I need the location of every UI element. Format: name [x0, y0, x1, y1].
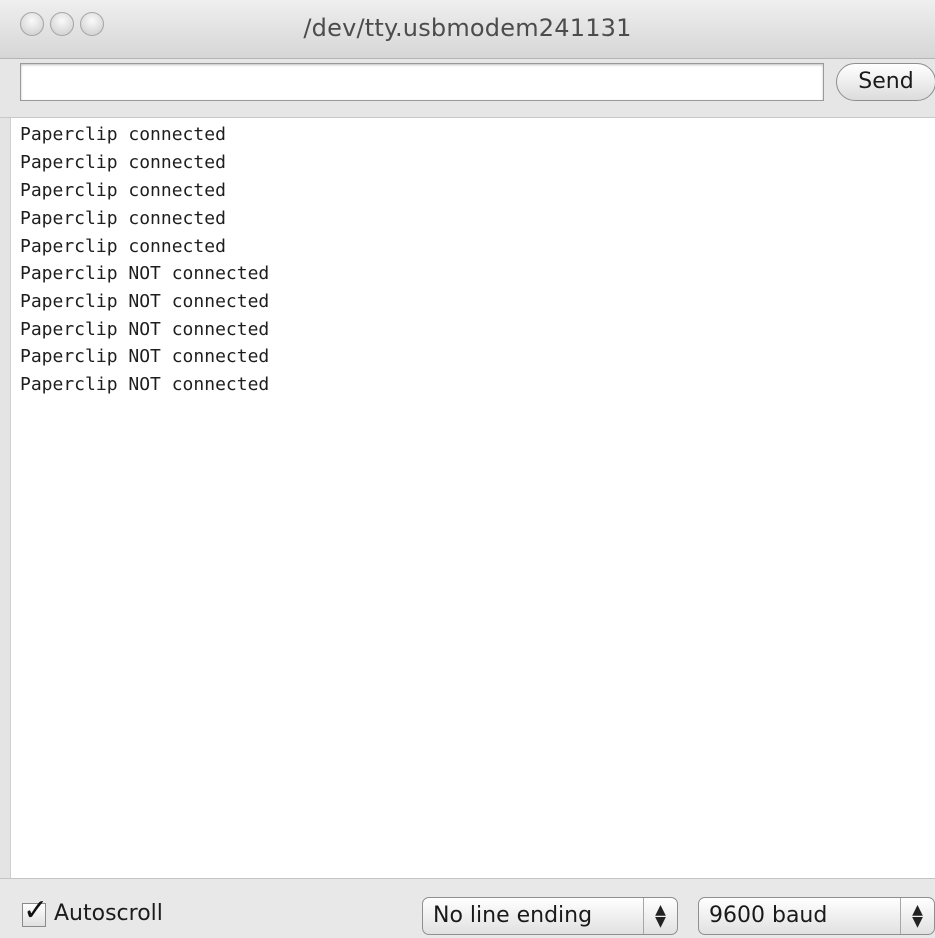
autoscroll-label[interactable]: Autoscroll	[54, 901, 163, 926]
output-line: Paperclip NOT connected	[20, 319, 270, 340]
send-button[interactable]: Send	[836, 63, 935, 101]
output-line: Paperclip NOT connected	[20, 374, 270, 395]
serial-output[interactable]: Paperclip connected Paperclip connected …	[10, 118, 935, 878]
autoscroll-checkbox[interactable]: ✓	[22, 894, 48, 928]
send-input[interactable]	[20, 63, 824, 101]
output-line: Paperclip connected	[20, 236, 226, 257]
send-row: Send	[0, 59, 935, 118]
output-line: Paperclip connected	[20, 124, 226, 145]
window-title: /dev/tty.usbmodem241131	[303, 14, 632, 42]
title-bar: /dev/tty.usbmodem241131	[0, 0, 935, 59]
output-line: Paperclip NOT connected	[20, 263, 270, 284]
output-line: Paperclip connected	[20, 152, 226, 173]
baud-rate-select[interactable]: 9600 baud ▲ ▼	[698, 897, 935, 935]
serial-monitor-window: /dev/tty.usbmodem241131 Send Paperclip c…	[0, 0, 935, 938]
output-line: Paperclip NOT connected	[20, 346, 270, 367]
line-ending-value: No line ending	[433, 903, 593, 928]
output-line: Paperclip NOT connected	[20, 291, 270, 312]
baud-rate-value: 9600 baud	[709, 903, 828, 928]
checkmark-icon: ✓	[23, 893, 49, 928]
output-line: Paperclip connected	[20, 180, 226, 201]
line-ending-select[interactable]: No line ending ▲ ▼	[422, 897, 678, 935]
up-down-arrows-icon: ▲ ▼	[900, 898, 934, 934]
up-down-arrows-icon: ▲ ▼	[643, 898, 677, 934]
output-line: Paperclip connected	[20, 208, 226, 229]
footer-bar: ✓ Autoscroll No line ending ▲ ▼ 9600 baud…	[0, 878, 935, 938]
